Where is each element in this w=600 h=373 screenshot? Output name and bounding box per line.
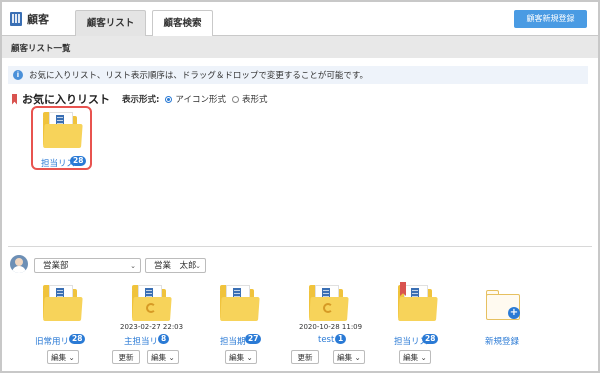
display-format-label: 表示形式:: [122, 95, 160, 105]
folder-sync-icon[interactable]: [132, 285, 172, 321]
favorites-header: お気に入りリスト 表示形式: アイコン形式 表形式: [12, 91, 268, 107]
radio-table-view[interactable]: 表形式: [231, 93, 268, 105]
info-icon: i: [13, 70, 23, 80]
radio-icon-view[interactable]: アイコン形式: [165, 93, 226, 105]
plus-icon: +: [508, 307, 520, 319]
section-header: 顧客リスト一覧: [2, 36, 598, 58]
count-badge: 28: [69, 334, 86, 344]
app-window: 顧客 顧客リスト 顧客検索 顧客新規登録 顧客リスト一覧 i お気に入りリスト、…: [0, 0, 600, 373]
building-icon: [10, 12, 22, 26]
update-timestamp: 2020-10-28 11:09: [299, 323, 363, 331]
count-badge: 28: [422, 334, 439, 344]
tab-customer-search[interactable]: 顧客検索: [152, 10, 213, 36]
update-button[interactable]: 更新: [291, 350, 319, 364]
divider: [8, 246, 592, 247]
brand-label: 顧客: [27, 13, 49, 26]
list-label[interactable]: 担当期: [220, 335, 246, 347]
folder-sync-icon[interactable]: [309, 285, 349, 321]
department-value: 営業部: [43, 261, 69, 271]
section-title: 顧客リスト一覧: [11, 44, 71, 54]
count-badge: 28: [70, 156, 87, 166]
list-label[interactable]: 旧常用リ: [35, 335, 69, 347]
edit-button[interactable]: 編集 ⌄: [225, 350, 257, 364]
folder-building-icon[interactable]: [220, 285, 260, 321]
count-badge: 8: [158, 334, 170, 344]
avatar: [10, 255, 28, 273]
folder-building-icon[interactable]: [43, 112, 83, 148]
list-label[interactable]: 主担当リ: [124, 335, 158, 347]
bookmark-icon: [12, 93, 17, 105]
count-badge: 1: [335, 334, 347, 344]
list-label[interactable]: test: [318, 335, 334, 345]
folder-bookmarked-icon[interactable]: [398, 282, 438, 321]
radio-selected-icon[interactable]: [165, 95, 173, 103]
new-folder-icon[interactable]: +: [486, 290, 522, 320]
person-select[interactable]: 営業 太郎 ⌄: [145, 258, 206, 273]
chevron-down-icon: ⌄: [130, 262, 136, 270]
edit-button[interactable]: 編集 ⌄: [333, 350, 365, 364]
edit-button[interactable]: 編集 ⌄: [147, 350, 179, 364]
update-timestamp: 2023-02-27 22:03: [120, 323, 184, 331]
department-select[interactable]: 営業部 ⌄: [34, 258, 141, 273]
count-badge: 27: [245, 334, 262, 344]
chevron-down-icon: ⌄: [195, 262, 201, 270]
radio-unselected-icon[interactable]: [231, 95, 239, 103]
new-list-button[interactable]: 新規登録: [485, 335, 519, 347]
edit-button[interactable]: 編集 ⌄: [399, 350, 431, 364]
edit-button[interactable]: 編集 ⌄: [47, 350, 79, 364]
person-value: 営業 太郎: [154, 261, 197, 271]
radio-table-view-label: 表形式: [241, 95, 268, 105]
folder-building-icon[interactable]: [43, 285, 83, 321]
brand: 顧客: [10, 11, 49, 27]
favorites-title: お気に入りリスト: [22, 93, 110, 106]
info-banner: i お気に入りリスト、リスト表示順序は、ドラッグ＆ドロップで変更することが可能で…: [8, 66, 588, 84]
info-text: お気に入りリスト、リスト表示順序は、ドラッグ＆ドロップで変更することが可能です。: [29, 71, 368, 81]
tab-customer-list[interactable]: 顧客リスト: [75, 10, 146, 36]
update-button[interactable]: 更新: [112, 350, 140, 364]
new-customer-button[interactable]: 顧客新規登録: [514, 10, 587, 28]
radio-icon-view-label: アイコン形式: [175, 95, 226, 105]
top-bar: 顧客 顧客リスト 顧客検索 顧客新規登録: [2, 2, 598, 36]
